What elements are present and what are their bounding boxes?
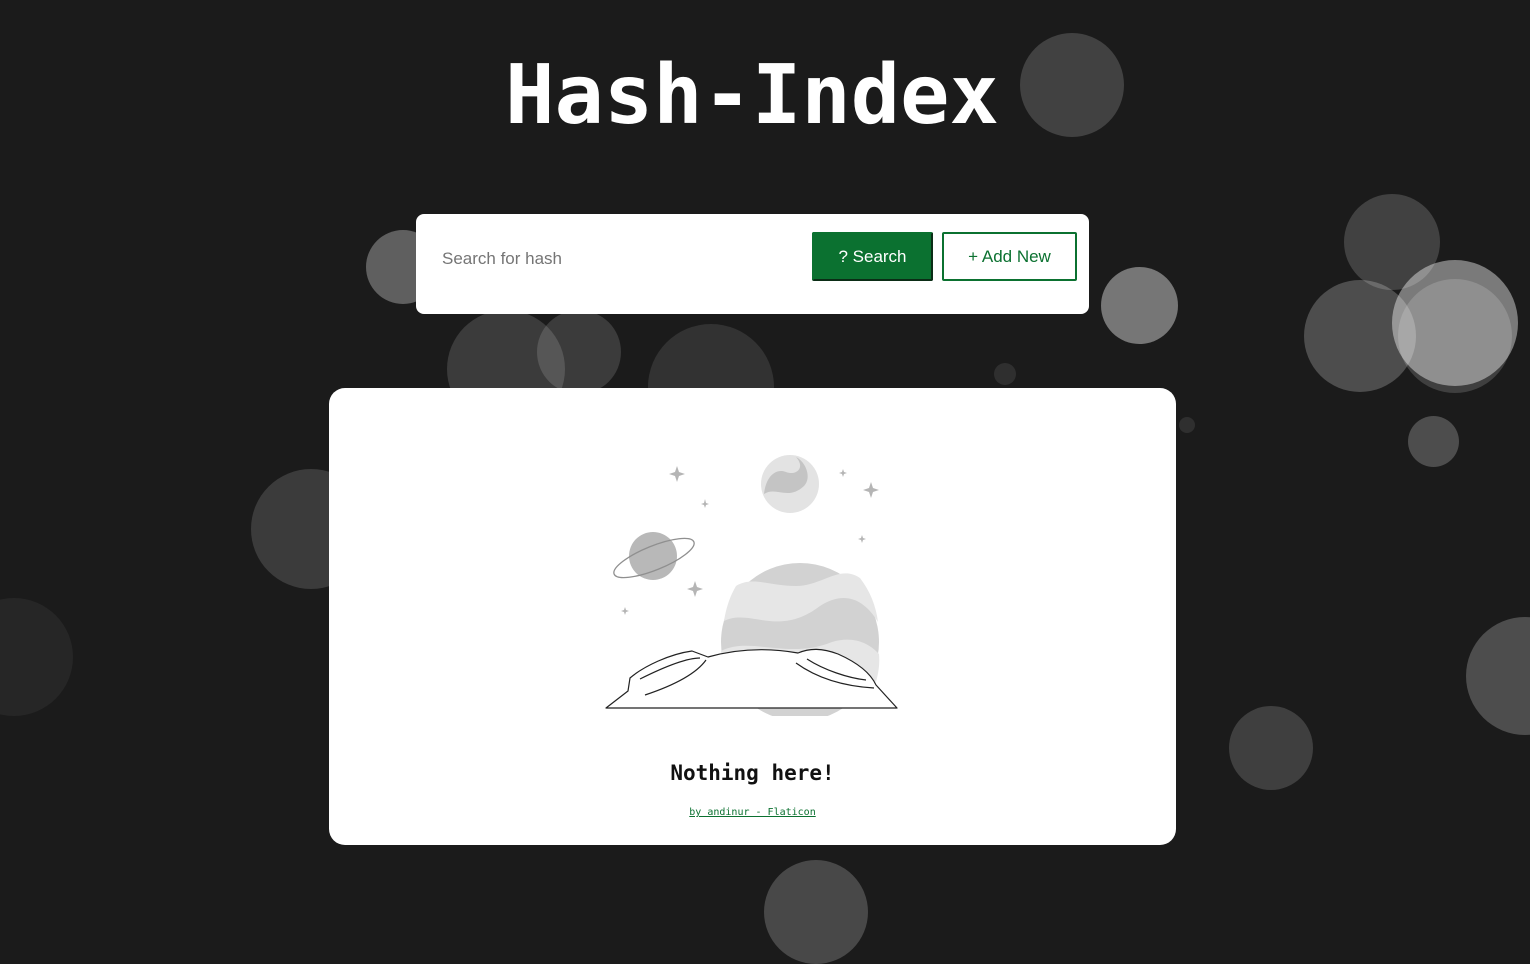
background-bubble bbox=[1101, 267, 1178, 344]
search-input[interactable] bbox=[430, 236, 810, 282]
background-bubble bbox=[537, 310, 621, 394]
background-bubble bbox=[1398, 279, 1512, 393]
background-bubble bbox=[1344, 194, 1440, 290]
background-bubble bbox=[994, 363, 1016, 385]
background-bubble bbox=[1229, 706, 1313, 790]
space-planets-illustration-icon bbox=[605, 455, 898, 716]
saturn-planet bbox=[629, 532, 677, 580]
add-new-button[interactable]: + Add New bbox=[942, 232, 1077, 281]
empty-state-title: Nothing here! bbox=[670, 761, 835, 785]
add-new-button-label: + Add New bbox=[968, 246, 1051, 266]
credit-link[interactable]: by andinur - Flaticon bbox=[689, 807, 815, 818]
background-bubble bbox=[1392, 260, 1518, 386]
background-bubble bbox=[1304, 280, 1416, 392]
background-bubble bbox=[1466, 617, 1530, 735]
search-button[interactable]: ? Search bbox=[812, 232, 933, 281]
search-button-label: ? Search bbox=[838, 246, 907, 266]
illustration-credit: by andinur - Flaticon bbox=[329, 806, 1176, 820]
background-bubble bbox=[1408, 416, 1459, 467]
background-bubble bbox=[1179, 417, 1195, 433]
results-card: Nothing here! by andinur - Flaticon bbox=[329, 388, 1176, 845]
background-bubble bbox=[0, 598, 73, 716]
background-bubble bbox=[764, 860, 868, 964]
page-title: Hash-Index bbox=[505, 48, 999, 143]
search-panel: ? Search + Add New bbox=[416, 214, 1089, 314]
